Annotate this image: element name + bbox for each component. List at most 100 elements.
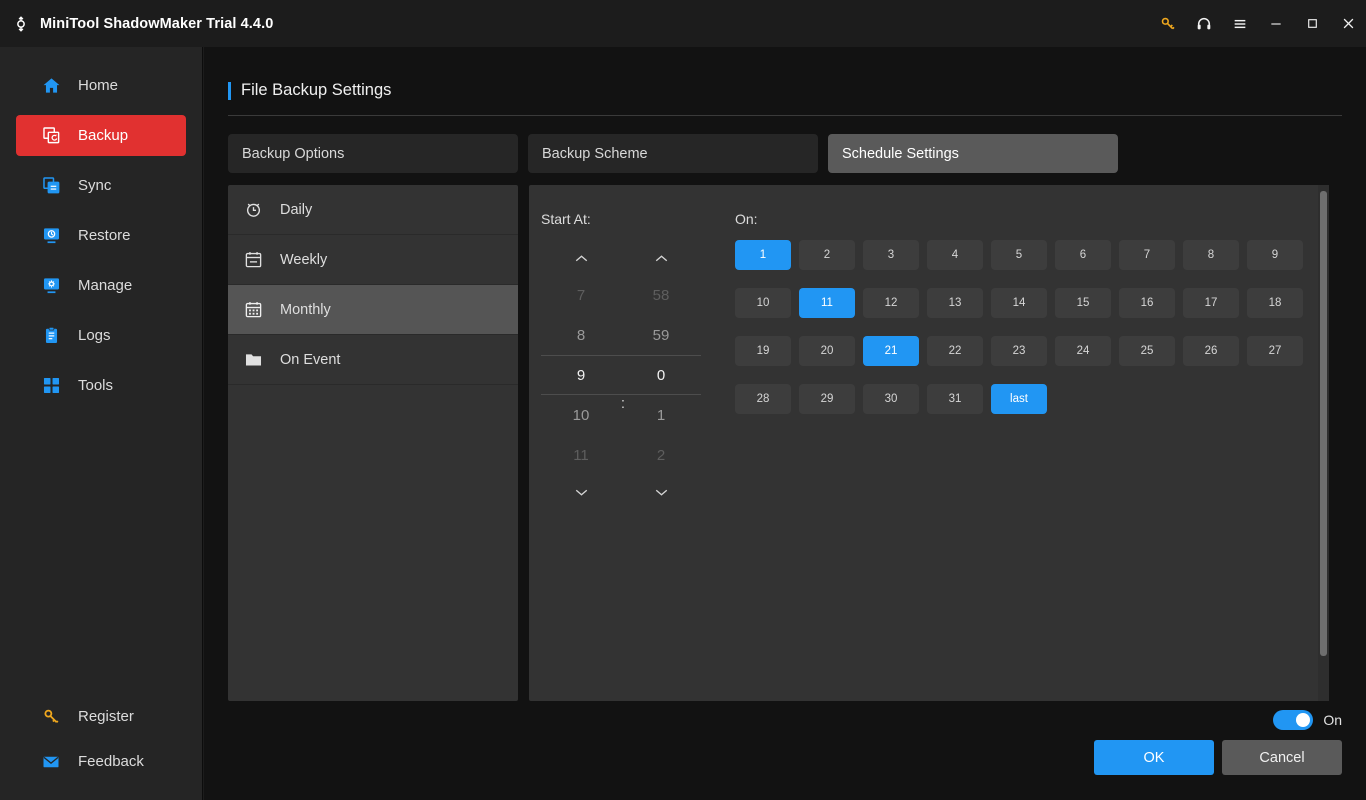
day-cell-17[interactable]: 17	[1183, 288, 1239, 318]
minute-down-arrow-icon[interactable]	[621, 475, 701, 509]
tab-backup-options[interactable]: Backup Options	[228, 134, 518, 173]
sidebar-item-register[interactable]: Register	[0, 694, 203, 739]
day-cell-24[interactable]: 24	[1055, 336, 1111, 366]
restore-icon	[40, 225, 62, 247]
sidebar-item-label: Restore	[78, 227, 131, 244]
minute-option-selected[interactable]: 0	[621, 355, 701, 395]
hour-option[interactable]: 10	[541, 395, 621, 435]
day-cell-12[interactable]: 12	[863, 288, 919, 318]
day-cell-20[interactable]: 20	[799, 336, 855, 366]
manage-icon	[40, 275, 62, 297]
minute-up-arrow-icon[interactable]	[621, 241, 701, 275]
minimize-icon[interactable]	[1258, 0, 1294, 47]
day-cell-27[interactable]: 27	[1247, 336, 1303, 366]
start-at-section: Start At: 7 8 9 10 11 58 59 0 1 2:	[529, 185, 725, 701]
hour-option-selected[interactable]: 9	[541, 355, 621, 395]
day-cell-3[interactable]: 3	[863, 240, 919, 270]
schedule-toggle[interactable]	[1273, 710, 1314, 730]
page-title-row: File Backup Settings	[228, 81, 1366, 100]
key-icon[interactable]	[1150, 0, 1186, 47]
day-cell-26[interactable]: 26	[1183, 336, 1239, 366]
day-cell-last[interactable]: last	[991, 384, 1047, 414]
schedule-item-daily[interactable]: Daily	[228, 185, 518, 235]
settings-content: Daily Weekly Monthly On Event Start At: …	[204, 173, 1366, 701]
schedule-detail-panel: Start At: 7 8 9 10 11 58 59 0 1 2: On: …	[529, 185, 1329, 701]
maximize-icon[interactable]	[1294, 0, 1330, 47]
sidebar-item-restore[interactable]: Restore	[16, 215, 186, 256]
day-cell-9[interactable]: 9	[1247, 240, 1303, 270]
schedule-item-label: Weekly	[280, 251, 328, 268]
headset-icon[interactable]	[1186, 0, 1222, 47]
title-accent-bar	[228, 81, 231, 100]
day-cell-4[interactable]: 4	[927, 240, 983, 270]
calendar-icon	[242, 249, 264, 271]
tab-backup-scheme[interactable]: Backup Scheme	[528, 134, 818, 173]
sidebar: Home Backup Sync Restore Manage Logs Too…	[0, 47, 203, 800]
day-cell-18[interactable]: 18	[1247, 288, 1303, 318]
key-icon	[40, 706, 62, 728]
hour-down-arrow-icon[interactable]	[541, 475, 621, 509]
day-cell-21[interactable]: 21	[863, 336, 919, 366]
minute-option[interactable]: 59	[621, 315, 701, 355]
day-cell-16[interactable]: 16	[1119, 288, 1175, 318]
day-cell-5[interactable]: 5	[991, 240, 1047, 270]
day-cell-31[interactable]: 31	[927, 384, 983, 414]
footer-bar: On OK Cancel	[204, 700, 1366, 800]
day-cell-1[interactable]: 1	[735, 240, 791, 270]
day-cell-14[interactable]: 14	[991, 288, 1047, 318]
day-cell-23[interactable]: 23	[991, 336, 1047, 366]
sidebar-item-label: Tools	[78, 377, 114, 394]
hour-option[interactable]: 11	[541, 435, 621, 475]
schedule-item-on-event[interactable]: On Event	[228, 335, 518, 385]
cancel-button[interactable]: Cancel	[1222, 740, 1342, 775]
sidebar-item-home[interactable]: Home	[16, 65, 186, 106]
tab-bar: Backup Options Backup Scheme Schedule Se…	[204, 116, 1366, 173]
schedule-item-monthly[interactable]: Monthly	[228, 285, 518, 335]
hour-option[interactable]: 8	[541, 315, 621, 355]
minute-option[interactable]: 1	[621, 395, 701, 435]
close-icon[interactable]	[1330, 0, 1366, 47]
day-cell-2[interactable]: 2	[799, 240, 855, 270]
app-window: MiniTool ShadowMaker Trial 4.4.0 Home Ba…	[0, 0, 1366, 800]
day-cell-22[interactable]: 22	[927, 336, 983, 366]
schedule-item-weekly[interactable]: Weekly	[228, 235, 518, 285]
window-controls	[1150, 0, 1366, 47]
sidebar-item-manage[interactable]: Manage	[16, 265, 186, 306]
hamburger-menu-icon[interactable]	[1222, 0, 1258, 47]
day-cell-28[interactable]: 28	[735, 384, 791, 414]
day-cell-10[interactable]: 10	[735, 288, 791, 318]
tab-schedule-settings[interactable]: Schedule Settings	[828, 134, 1118, 173]
sidebar-bottom-label: Feedback	[78, 753, 144, 770]
hour-option[interactable]: 7	[541, 275, 621, 315]
day-cell-13[interactable]: 13	[927, 288, 983, 318]
sidebar-item-sync[interactable]: Sync	[16, 165, 186, 206]
schedule-item-label: Daily	[280, 201, 313, 218]
backup-icon	[40, 125, 62, 147]
time-separator: :	[620, 395, 626, 412]
sync-icon	[40, 175, 62, 197]
minute-option[interactable]: 58	[621, 275, 701, 315]
hour-up-arrow-icon[interactable]	[541, 241, 621, 275]
sidebar-item-feedback[interactable]: Feedback	[0, 739, 203, 784]
scrollbar-thumb[interactable]	[1320, 191, 1327, 656]
day-cell-6[interactable]: 6	[1055, 240, 1111, 270]
day-cell-19[interactable]: 19	[735, 336, 791, 366]
ok-button[interactable]: OK	[1094, 740, 1214, 775]
sidebar-item-label: Backup	[78, 127, 129, 144]
schedule-item-label: Monthly	[280, 301, 331, 318]
sidebar-item-logs[interactable]: Logs	[16, 315, 186, 356]
title-bar: MiniTool ShadowMaker Trial 4.4.0	[0, 0, 1366, 47]
sidebar-bottom-list: Register Feedback	[0, 694, 203, 784]
day-cell-29[interactable]: 29	[799, 384, 855, 414]
sidebar-item-label: Home	[78, 77, 119, 94]
sidebar-item-tools[interactable]: Tools	[16, 365, 186, 406]
day-cell-7[interactable]: 7	[1119, 240, 1175, 270]
day-cell-30[interactable]: 30	[863, 384, 919, 414]
panel-scrollbar[interactable]	[1318, 185, 1329, 701]
day-cell-15[interactable]: 15	[1055, 288, 1111, 318]
day-cell-25[interactable]: 25	[1119, 336, 1175, 366]
day-cell-11[interactable]: 11	[799, 288, 855, 318]
sidebar-item-backup[interactable]: Backup	[16, 115, 186, 156]
day-cell-8[interactable]: 8	[1183, 240, 1239, 270]
minute-option[interactable]: 2	[621, 435, 701, 475]
